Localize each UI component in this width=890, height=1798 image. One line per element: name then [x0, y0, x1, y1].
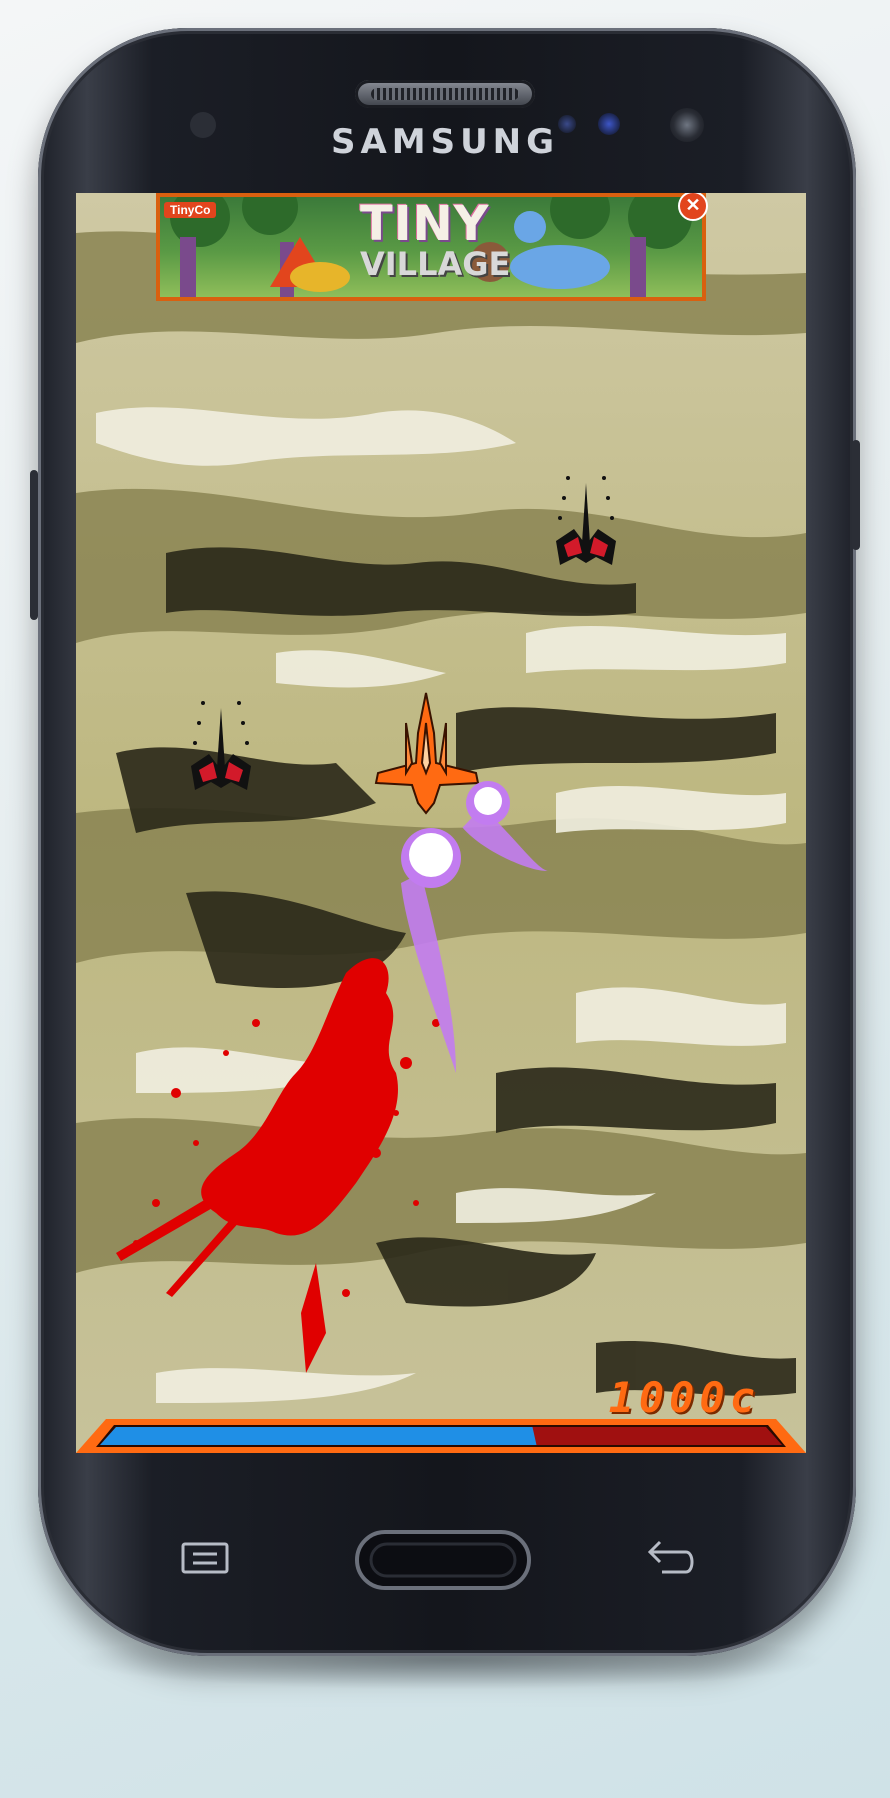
ad-title: TINY [360, 197, 490, 252]
ad-brand-label: TinyCo [164, 202, 217, 218]
proximity-sensor [190, 112, 216, 138]
front-sensor-icon [558, 115, 576, 133]
health-bar [76, 1419, 806, 1453]
health-remaining-fill [100, 1427, 537, 1445]
ad-close-icon[interactable]: ✕ [678, 193, 708, 221]
volume-button [30, 470, 38, 620]
earpiece-speaker [355, 80, 535, 108]
ad-banner[interactable]: TinyCo TINY VILLAGE ✕ [156, 193, 708, 301]
hardware-nav-bar [181, 1530, 694, 1590]
front-camera-icon [670, 108, 704, 142]
ad-subtitle: VILLAGE [360, 245, 511, 283]
back-icon [647, 1540, 694, 1574]
front-sensor-icon-2 [598, 113, 620, 135]
game-screen[interactable]: TinyCo TINY VILLAGE ✕ 1000c [76, 193, 806, 1453]
score-counter: 1000c [608, 1373, 760, 1422]
power-button [852, 440, 860, 550]
home-button [355, 1530, 531, 1590]
terrain-background [76, 193, 806, 1453]
menu-icon [181, 1542, 229, 1574]
brand-logo: SAMSUNG [330, 122, 560, 162]
